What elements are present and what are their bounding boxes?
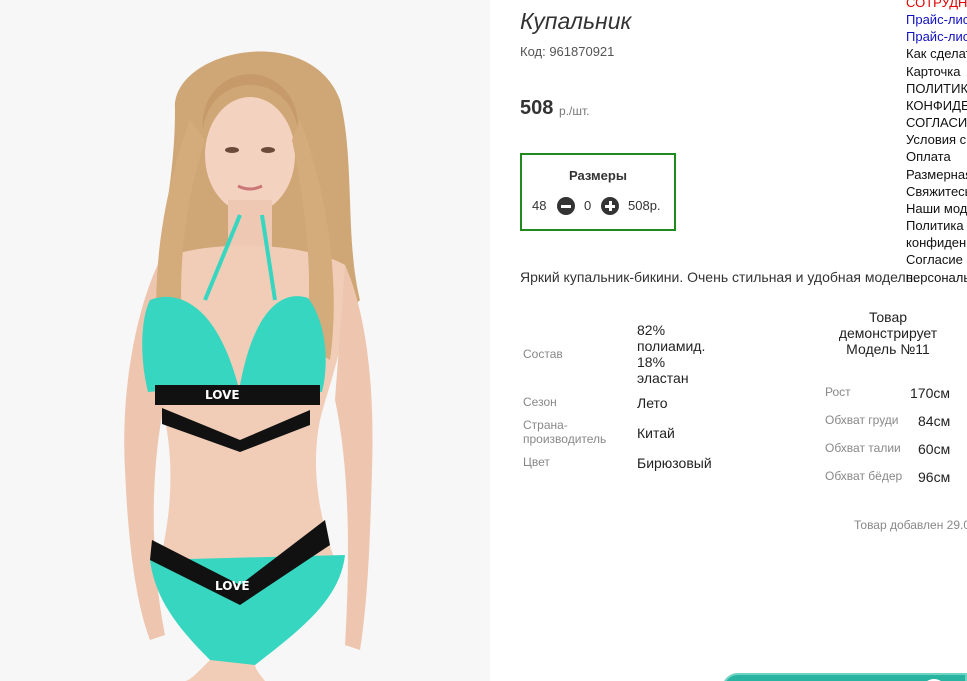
sizes-box: Размеры 48 0 508р. [520, 153, 676, 231]
model-hips-value: 96см [918, 469, 951, 485]
menu-item-privacy[interactable]: КОНФИДЕНЦИАЛЬНОСТИ [906, 97, 967, 114]
menu-item-personal-data[interactable]: персональных [906, 269, 967, 286]
minus-icon[interactable] [557, 197, 575, 215]
product-description: Яркий купальник-бикини. Очень стильная и… [520, 269, 917, 285]
prop-label-country: Страна-производитель [523, 418, 607, 446]
menu-item-contact[interactable]: Свяжитесь с нами [906, 183, 967, 200]
prop-label-composition: Состав [523, 347, 563, 361]
sizes-title: Размеры [569, 168, 627, 183]
menu-item-how-to-order[interactable]: Как сделать заказ [906, 45, 967, 62]
print-text-bottom: LOVE [215, 579, 250, 593]
menu-item-price-list-2[interactable]: Прайс-лист [906, 28, 967, 45]
size-sum: 508р. [628, 198, 661, 213]
product-code: Код: 961870921 [520, 44, 615, 59]
menu-item-size-chart[interactable]: Размерная сетка [906, 166, 967, 183]
menu-item-policy[interactable]: ПОЛИТИКА [906, 80, 967, 97]
menu-item-privacy-policy-cont[interactable]: конфиденциальности [906, 234, 967, 251]
quantity-value: 0 [584, 198, 592, 213]
print-text-top: LOVE [205, 388, 240, 402]
prop-label-season: Сезон [523, 395, 557, 409]
price-unit: р./шт. [559, 104, 590, 118]
menu-item-cooperation[interactable]: СОТРУДНИЧЕСТВО [906, 0, 967, 11]
menu-item-price-list-1[interactable]: Прайс-лист [906, 11, 967, 28]
model-height-label: Рост [825, 385, 851, 399]
model-height-value: 170см [910, 385, 950, 401]
added-date: Товар добавлен 29.0 [854, 518, 967, 532]
model-waist-value: 60см [918, 441, 951, 457]
side-menu: СОТРУДНИЧЕСТВО Прайс-лист Прайс-лист Как… [906, 0, 967, 286]
model-hips-label: Обхват бёдер [825, 469, 903, 483]
model-waist-label: Обхват талии [825, 441, 901, 455]
product-price: 508 [520, 97, 554, 119]
model-chest-label: Обхват груди [825, 413, 899, 427]
size-value: 48 [532, 198, 547, 213]
menu-item-payment[interactable]: Оплата [906, 148, 967, 165]
menu-item-consent-2[interactable]: Согласие [906, 251, 967, 268]
prop-value-country: Китай [637, 425, 675, 441]
product-photo[interactable]: LOVE LOVE [0, 0, 490, 681]
model-title: Товар демонстрирует Модель №11 [838, 309, 938, 357]
plus-icon[interactable] [601, 197, 619, 215]
menu-item-card[interactable]: Карточка [906, 63, 967, 80]
model-image: LOVE LOVE [124, 51, 373, 681]
menu-item-terms[interactable]: Условия сотрудничества [906, 131, 967, 148]
prop-value-season: Лето [637, 395, 668, 411]
model-chest-value: 84см [918, 413, 951, 429]
prop-value-color: Бирюзовый [637, 455, 712, 471]
size-row: 48 0 508р. [532, 196, 672, 216]
menu-item-consent[interactable]: СОГЛАСИЕ [906, 114, 967, 131]
menu-item-our-models[interactable]: Наши модели [906, 200, 967, 217]
prop-label-color: Цвет [523, 455, 550, 469]
floating-action-button[interactable] [722, 673, 967, 681]
product-title: Купальник [520, 8, 632, 34]
menu-item-privacy-policy[interactable]: Политика [906, 217, 967, 234]
prop-value-composition: 82% полиамид. 18% эластан [637, 322, 706, 386]
